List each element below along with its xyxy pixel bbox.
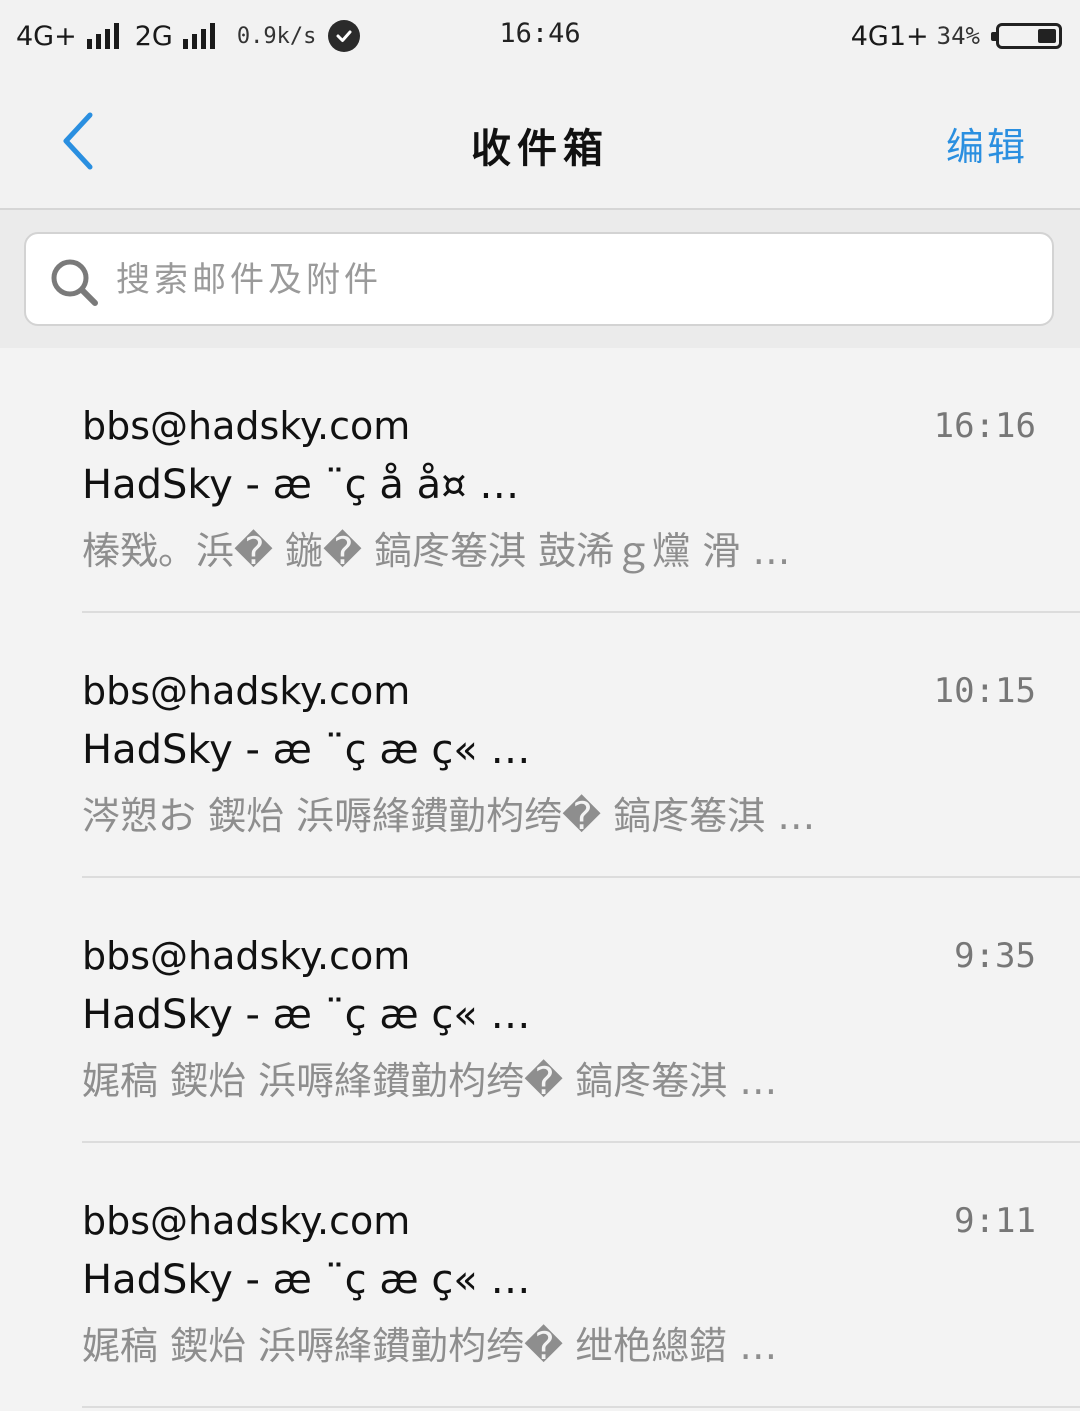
mail-time: 9:35 — [954, 936, 1036, 976]
mail-subject: HadSky - æ ¨ç æ ç« … — [82, 1257, 531, 1303]
mail-time: 16:16 — [933, 406, 1036, 446]
mail-item[interactable]: bbs@hadsky.com 10:15 HadSky - æ ¨ç æ ç« … — [0, 613, 1080, 878]
mail-item[interactable]: bbs@hadsky.com 16:16 HadSky - æ ¨ç å å¤ … — [0, 348, 1080, 613]
search-box[interactable] — [24, 232, 1054, 326]
search-area — [0, 210, 1080, 348]
mail-sender: bbs@hadsky.com — [82, 1199, 411, 1243]
mail-item[interactable]: bbs@hadsky.com 9:11 HadSky - æ ¨ç æ ç« …… — [0, 1143, 1080, 1408]
battery-icon — [991, 23, 1062, 49]
battery-fill — [1038, 29, 1056, 43]
mail-time: 10:15 — [933, 671, 1036, 711]
nav-bar: 收件箱 编辑 — [0, 78, 1080, 210]
mail-preview: 娓稿 鍥炲 浜嗕綘鐨勭枃绔� 绁栬總鍣 … — [82, 1324, 778, 1368]
mail-subject: HadSky - æ ¨ç å å¤ … — [82, 462, 520, 508]
mail-sender: bbs@hadsky.com — [82, 669, 411, 713]
page-title: 收件箱 — [471, 126, 609, 172]
mail-sender: bbs@hadsky.com — [82, 404, 411, 448]
mail-preview: 涔愬お 鍥炲 浜嗕綘鐨勭枃绔� 鎬庝箞淇 … — [82, 794, 816, 838]
search-icon — [51, 259, 98, 306]
status-bar: 4G+ 2G 0.9k/s 16:46 4G1+ 34% — [0, 0, 1080, 78]
mail-item[interactable]: bbs@hadsky.com 9:35 HadSky - æ ¨ç æ ç« …… — [0, 878, 1080, 1143]
network-type-right: 4G1+ — [850, 20, 929, 52]
mail-subject: HadSky - æ ¨ç æ ç« … — [82, 992, 531, 1038]
mail-time: 9:11 — [954, 1201, 1036, 1241]
edit-button[interactable]: 编辑 — [946, 116, 1028, 171]
mail-preview: 榛戣。浜� 鍦� 鎬庝箞淇 鼓浠ｇ爣 滑 … — [82, 529, 791, 573]
battery-percent: 34% — [936, 22, 980, 50]
status-right: 4G1+ 34% — [851, 14, 1062, 58]
mail-sender: bbs@hadsky.com — [82, 934, 411, 978]
mail-subject: HadSky - æ ¨ç æ ç« … — [82, 727, 531, 773]
mail-preview: 娓稿 鍥炲 浜嗕綘鐨勭枃绔� 鎬庝箞淇 … — [82, 1059, 778, 1103]
search-input[interactable] — [114, 248, 1018, 312]
mail-list: bbs@hadsky.com 16:16 HadSky - æ ¨ç å å¤ … — [0, 348, 1080, 1408]
